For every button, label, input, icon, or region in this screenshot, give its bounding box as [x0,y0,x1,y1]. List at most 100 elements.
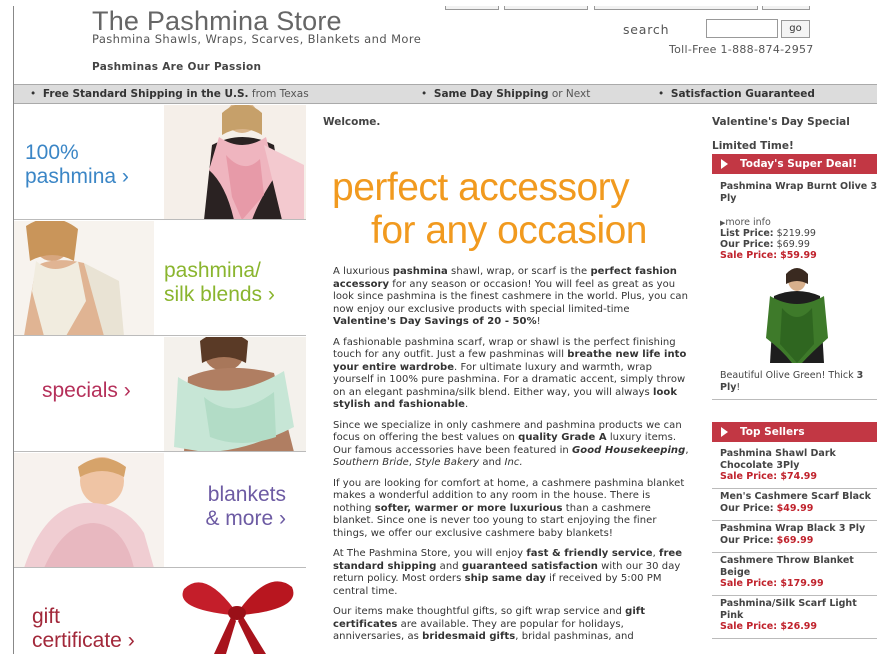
chevron-right-icon: › [123,379,131,402]
category-blankets-more[interactable]: blankets & more › [14,453,306,568]
category-specials[interactable]: specials › [14,337,306,452]
phone-number: Toll-Free 1-888-874-2957 [669,43,814,56]
top-seller-item[interactable]: Pashmina Wrap Black 3 Ply Our Price: $69… [720,523,877,546]
category-label-line2: pashmina [25,165,117,188]
top-seller-price-label: Sale Price: [720,578,778,589]
limited-time-label: Limited Time! [712,140,794,152]
valentine-special-title: Valentine's Day Special [712,116,850,128]
category-label: pashmina/ silk blends › [164,259,275,307]
shipping-item-guarantee-label: Satisfaction Guaranteed [670,88,815,100]
top-seller-item[interactable]: Pashmina/Silk Scarf Light Pink Sale Pric… [720,598,877,633]
divider [712,595,877,596]
nav-tab-home[interactable] [445,6,499,10]
top-seller-price: $49.99 [776,502,814,514]
shipping-item-same-day: • Same Day Shipping or Next [421,88,590,100]
category-label-line2: certificate [32,629,122,652]
chevron-right-icon: › [279,507,286,530]
store-motto: Pashminas Are Our Passion [92,61,262,73]
category-label-line1: 100% [25,141,79,164]
category-label-line1: blankets [207,483,286,506]
our-price: Our Price: $69.99 [720,239,810,250]
category-label-line1: specials [42,379,118,402]
category-label: 100% pashmina › [25,141,129,189]
more-info-label: more info [725,217,771,228]
category-label-line1: pashmina/ [164,259,261,282]
list-price-label: List Price: [720,228,774,239]
model-silk-blend-photo [14,221,154,335]
top-seller-price-label: Sale Price: [720,621,778,632]
nav-tab-help[interactable] [762,6,810,10]
top-sellers-header: Top Sellers [712,422,877,442]
category-gift-certificate[interactable]: gift certificate › [14,569,306,654]
chevron-right-icon: › [127,629,135,652]
top-seller-price: $26.99 [780,621,818,632]
intro-paragraph-4: If you are looking for comfort at home, … [333,477,685,539]
top-seller-name[interactable]: Pashmina Shawl Dark Chocolate 3Ply [720,448,877,471]
model-mint-wrap-photo [164,337,306,451]
shipping-info-bar: • Free Standard Shipping in the U.S. fro… [14,84,877,104]
shipping-item-free: • Free Standard Shipping in the U.S. fro… [30,88,309,100]
divider [712,399,877,400]
shipping-item-same-day-label: Same Day Shipping [433,88,549,100]
divider [712,520,877,521]
top-seller-item[interactable]: Cashmere Throw Blanket Beige Sale Price:… [720,555,877,590]
top-seller-price: $69.99 [776,534,814,546]
super-deal-caption: Beautiful Olive Green! Thick 3 Ply! [720,370,877,394]
top-seller-name[interactable]: Cashmere Throw Blanket Beige [720,555,877,578]
our-price-value: $69.99 [776,239,810,250]
headline-line1: perfect accessory [332,166,630,209]
top-seller-price-label: Our Price: [720,502,774,514]
gift-bow-icon [174,569,306,654]
top-seller-price: $74.99 [780,471,818,482]
search-input[interactable] [706,19,778,38]
category-label: gift certificate › [32,605,135,653]
model-pink-scarf-photo [164,105,306,219]
sale-price-label: Sale Price: [720,250,778,261]
top-seller-name[interactable]: Pashmina Wrap Black 3 Ply [720,523,877,535]
list-price: List Price: $219.99 [720,228,816,239]
super-deal-product-link[interactable]: Pashmina Wrap Burnt Olive 3 Ply [720,181,877,205]
intro-copy: A luxurious pashmina shawl, wrap, or sca… [333,266,690,652]
top-seller-price: $179.99 [780,578,824,589]
divider [712,488,877,489]
category-100-pashmina[interactable]: 100% pashmina › [14,105,306,220]
search-label: search [623,22,670,37]
search-go-button[interactable]: go [781,20,810,38]
nav-tab-view-cart[interactable] [504,6,588,10]
shipping-item-free-detail: from Texas [248,88,309,100]
category-label: blankets & more › [174,483,286,531]
category-label-line1: gift [32,605,61,628]
intro-paragraph-5: At The Pashmina Store, you will enjoy fa… [333,548,683,597]
category-label-line2: & more [205,507,274,530]
arrow-right-icon [721,159,728,169]
baby-blanket-photo [14,453,164,567]
more-info-link[interactable]: ▶more info [720,217,771,228]
intro-paragraph-1: A luxurious pashmina shawl, wrap, or sca… [333,266,688,327]
intro-paragraph-6: Our items make thoughtful gifts, so gift… [333,606,646,642]
olive-wrap-product-photo[interactable] [756,268,838,363]
top-sellers-header-label: Top Sellers [740,426,805,438]
category-pashmina-silk[interactable]: pashmina/ silk blends › [14,221,306,336]
top-seller-price-label: Our Price: [720,534,774,546]
divider [712,638,877,639]
intro-paragraph-2: A fashionable pashmina scarf, wrap or sh… [333,336,687,411]
headline-line2: for any occasion [371,209,648,252]
divider [712,552,877,553]
top-seller-price-label: Sale Price: [720,471,778,482]
sale-price: Sale Price: $59.99 [720,250,817,261]
our-price-label: Our Price: [720,239,774,250]
store-tagline: Pashmina Shawls, Wraps, Scarves, Blanket… [92,32,422,46]
page-frame: The Pashmina Store Pashmina Shawls, Wrap… [13,6,877,654]
nav-tab-my-account[interactable] [594,6,758,10]
category-label: specials › [42,379,131,403]
intro-paragraph-3: Since we specialize in only cashmere and… [333,419,689,469]
super-deal-header-label: Today's Super Deal! [740,158,858,170]
list-price-value: $219.99 [776,228,816,239]
top-seller-name[interactable]: Pashmina/Silk Scarf Light Pink [720,598,877,621]
top-seller-item[interactable]: Men's Cashmere Scarf Black Our Price: $4… [720,491,877,514]
top-seller-item[interactable]: Pashmina Shawl Dark Chocolate 3Ply Sale … [720,448,877,483]
shipping-item-free-label: Free Standard Shipping in the U.S. [42,88,249,100]
bullet-icon: • [658,88,665,100]
bullet-icon: • [30,88,37,100]
top-seller-name[interactable]: Men's Cashmere Scarf Black [720,491,877,503]
